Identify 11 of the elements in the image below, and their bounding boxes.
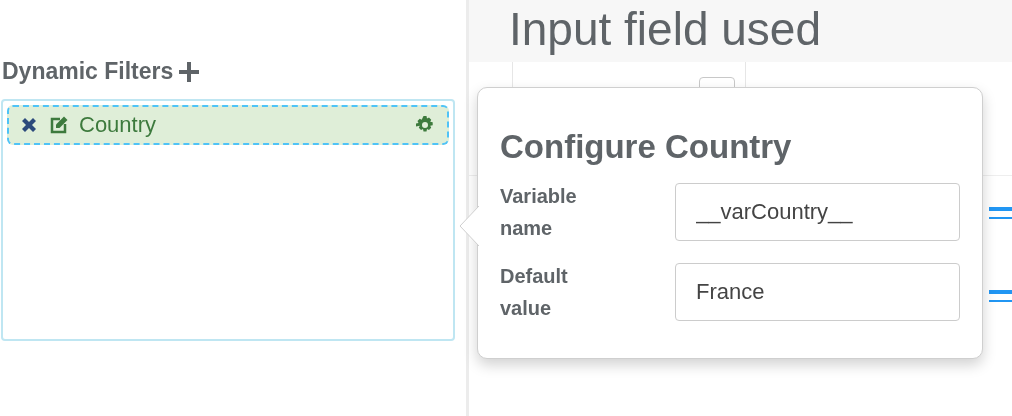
filter-item[interactable]: Country	[7, 105, 449, 145]
popover-title: Configure Country	[500, 128, 793, 166]
section-title: Dynamic Filters	[2, 58, 174, 85]
field-label: Default value	[500, 264, 569, 321]
add-icon[interactable]	[177, 59, 202, 84]
input-field[interactable]: __varCountry__	[675, 183, 960, 241]
edit-icon[interactable]	[49, 115, 69, 135]
double-line	[989, 207, 1012, 219]
field-label: Variable name	[500, 184, 578, 241]
input-field[interactable]: France	[675, 263, 960, 321]
double-line	[989, 290, 1012, 302]
